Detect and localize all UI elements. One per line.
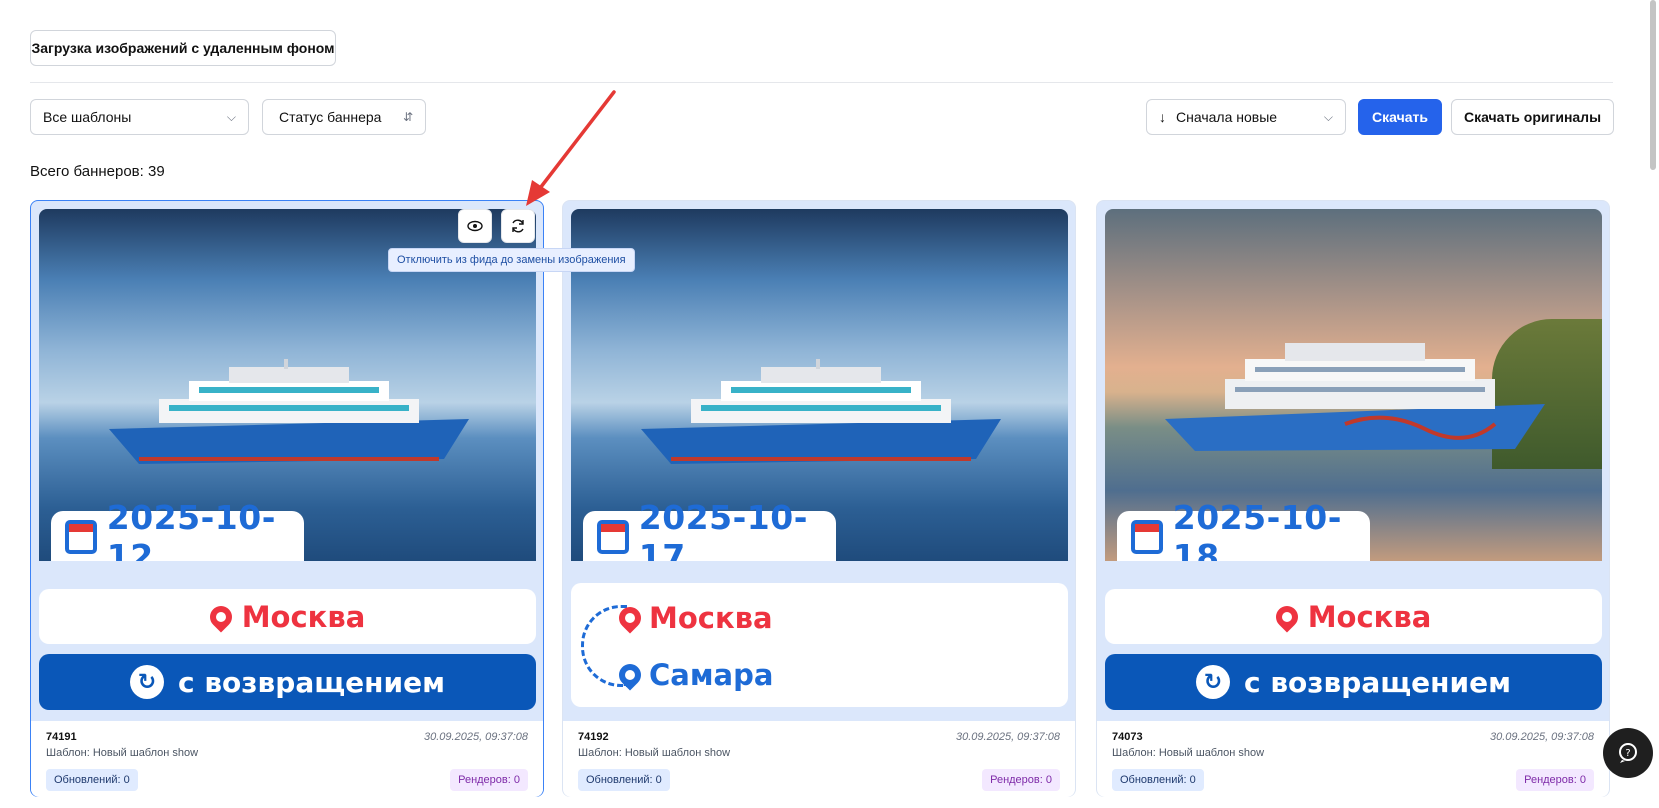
banner-date: 2025-10-12 xyxy=(106,498,276,561)
updates-badge: Обновлений: 0 xyxy=(46,769,138,791)
banner-date: 2025-10-17 xyxy=(638,498,808,561)
banner-date: 2025-10-18 xyxy=(1172,498,1342,561)
map-pin-icon xyxy=(1271,600,1303,633)
return-label: с возвращением xyxy=(1243,665,1511,699)
download-button[interactable]: Скачать xyxy=(1358,99,1442,135)
return-row: ↻ с возвращением xyxy=(39,654,536,710)
banner-card[interactable]: 2025-10-18 Москва ↻ с возвращением 74073… xyxy=(1096,200,1610,797)
preview-button[interactable] xyxy=(458,209,492,243)
sort-select[interactable]: ↓ Сначала новые ⌵ xyxy=(1146,99,1346,135)
renders-badge: Рендеров: 0 xyxy=(1516,769,1594,791)
banner-image: 2025-10-17 xyxy=(571,209,1068,561)
status-select[interactable]: Статус баннера ⇵ xyxy=(262,99,426,135)
map-pin-icon xyxy=(614,659,646,691)
refresh-icon xyxy=(512,219,524,233)
date-badge: 2025-10-17 xyxy=(583,498,836,561)
banner-template: Шаблон: Новый шаблон show xyxy=(46,747,199,759)
refresh-image-button[interactable] xyxy=(501,209,535,243)
date-badge: 2025-10-12 xyxy=(51,498,304,561)
sort-select-value: Сначала новые xyxy=(1176,109,1278,125)
divider xyxy=(30,82,1613,83)
map-pin-icon xyxy=(205,600,237,633)
refresh-round-icon: ↻ xyxy=(1195,665,1230,699)
banner-timestamp: 30.09.2025, 09:37:08 xyxy=(1490,731,1594,743)
calendar-icon xyxy=(597,520,629,554)
templates-select[interactable]: Все шаблоны ⌵ xyxy=(30,99,249,135)
banner-info: 74191 30.09.2025, 09:37:08 Шаблон: Новый… xyxy=(31,721,543,797)
calendar-icon xyxy=(1131,520,1163,554)
chat-button[interactable]: ? xyxy=(1603,728,1653,778)
return-row: ↻ с возвращением xyxy=(1105,654,1602,710)
ship-illustration xyxy=(1165,343,1545,451)
ship-illustration xyxy=(109,359,469,464)
banner-id: 74073 xyxy=(1112,731,1143,743)
date-badge: 2025-10-18 xyxy=(1117,498,1370,561)
route-box: Москва Самара xyxy=(571,583,1068,707)
city-row: Москва xyxy=(39,589,536,644)
renders-badge: Рендеров: 0 xyxy=(450,769,528,791)
banner-id: 74191 xyxy=(46,731,77,743)
city-name: Москва xyxy=(1307,599,1432,634)
chevron-down-icon: ⌵ xyxy=(1323,109,1333,124)
banner-info: 74192 30.09.2025, 09:37:08 Шаблон: Новый… xyxy=(563,721,1075,797)
ship-illustration xyxy=(641,359,1001,464)
svg-text:?: ? xyxy=(1625,748,1630,759)
banner-card[interactable]: 2025-10-12 Москва ↻ с возвращением 74191… xyxy=(30,200,544,797)
city-name: Москва xyxy=(241,599,366,634)
chevron-up-down-icon: ⇵ xyxy=(402,110,413,124)
arrow-down-icon: ↓ xyxy=(1159,109,1166,125)
scrollbar[interactable] xyxy=(1650,0,1656,170)
banner-template: Шаблон: Новый шаблон show xyxy=(1112,747,1265,759)
map-pin-icon xyxy=(614,602,646,634)
updates-badge: Обновлений: 0 xyxy=(1112,769,1204,791)
city-from: Москва xyxy=(649,601,773,635)
banner-timestamp: 30.09.2025, 09:37:08 xyxy=(424,731,528,743)
city-to: Самара xyxy=(649,658,774,692)
upload-removed-bg-button[interactable]: Загрузка изображений с удаленным фоном xyxy=(30,30,336,66)
banner-image: 2025-10-18 xyxy=(1105,209,1602,561)
chat-bubble-icon: ? xyxy=(1619,743,1637,763)
chevron-down-icon: ⌵ xyxy=(226,109,236,124)
status-select-value: Статус баннера xyxy=(279,109,382,125)
calendar-icon xyxy=(65,520,97,554)
annotation-arrow-icon xyxy=(526,90,616,206)
renders-badge: Рендеров: 0 xyxy=(982,769,1060,791)
city-row: Москва xyxy=(1105,589,1602,644)
tooltip: Отключить из фида до замены изображения xyxy=(388,248,635,272)
templates-select-value: Все шаблоны xyxy=(43,109,132,125)
banner-template: Шаблон: Новый шаблон show xyxy=(578,747,731,759)
banner-info: 74073 30.09.2025, 09:37:08 Шаблон: Новый… xyxy=(1097,721,1609,797)
total-banners-count: Всего баннеров: 39 xyxy=(30,163,165,180)
banner-timestamp: 30.09.2025, 09:37:08 xyxy=(956,731,1060,743)
refresh-round-icon: ↻ xyxy=(129,665,164,699)
banner-card[interactable]: 2025-10-17 Москва Самара 74192 30.09.202… xyxy=(562,200,1076,797)
return-label: с возвращением xyxy=(177,665,445,699)
download-originals-button[interactable]: Скачать оригиналы xyxy=(1451,99,1614,135)
eye-icon xyxy=(467,220,483,232)
banner-id: 74192 xyxy=(578,731,609,743)
updates-badge: Обновлений: 0 xyxy=(578,769,670,791)
